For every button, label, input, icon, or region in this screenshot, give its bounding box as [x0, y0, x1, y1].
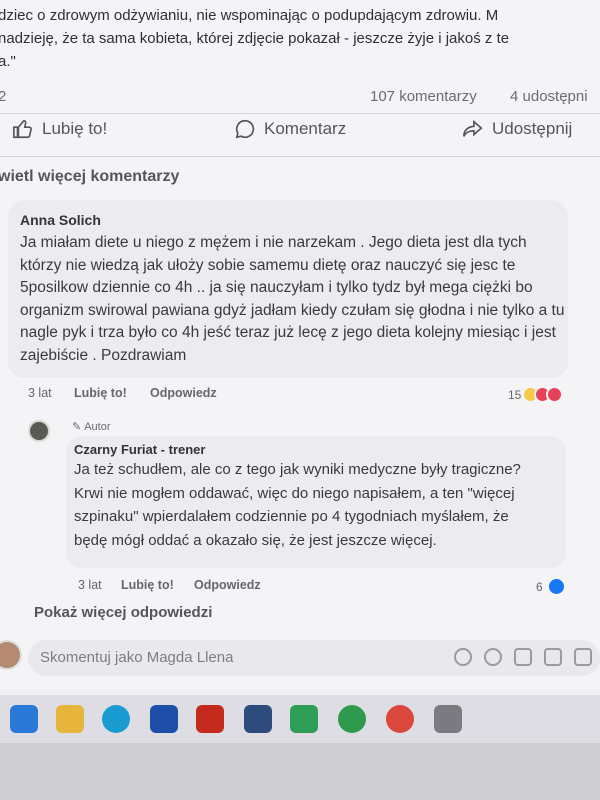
reply-author[interactable]: Czarny Furiat - trener [74, 442, 205, 457]
edge-icon[interactable] [102, 705, 130, 733]
emoji-icon[interactable] [484, 648, 502, 666]
shares-count[interactable]: 4 udostępni [510, 88, 588, 105]
pencil-icon: ✎ [72, 421, 82, 433]
comment-like-link[interactable]: Lubię to! [74, 386, 127, 400]
comment-bubble: Anna Solich Ja miałam diete u niego z mę… [8, 200, 568, 378]
author-badge: ✎ Autor [72, 420, 111, 434]
show-more-replies-link[interactable]: Pokaż więcej odpowiedzi [34, 604, 212, 621]
store-icon[interactable] [150, 705, 178, 733]
comment-reply-link[interactable]: Odpowiedz [150, 386, 217, 400]
speech-bubble-icon [235, 119, 255, 139]
like-reaction-icon [546, 577, 566, 596]
reply-reply-link[interactable]: Odpowiedz [194, 578, 261, 592]
divider [0, 113, 600, 114]
author-badge-label: Autor [84, 420, 111, 433]
post-text-line: a." [0, 53, 16, 70]
mail-icon[interactable] [196, 705, 224, 733]
post-text-line: dziec o zdrowym odżywianiu, nie wspomina… [0, 7, 499, 24]
gif-icon[interactable] [544, 648, 562, 666]
divider [0, 156, 600, 157]
people-icon[interactable] [10, 705, 38, 733]
reply-reactions[interactable]: 6 [536, 577, 566, 596]
chrome-icon[interactable] [386, 705, 414, 733]
like-button[interactable]: Lubię to! [12, 118, 107, 140]
comment-label: Komentarz [264, 119, 347, 138]
comment-author[interactable]: Anna Solich [20, 212, 101, 228]
comment-reactions-count: 15 [508, 387, 522, 402]
like-label: Lubię to! [42, 119, 108, 138]
reply-bubble: Czarny Furiat - trener Ja też schudłem, … [66, 436, 566, 568]
angry-icon [546, 386, 564, 403]
comments-count[interactable]: 107 komentarzy [370, 88, 477, 105]
taskbar [0, 695, 600, 743]
thumbs-up-icon [13, 119, 32, 139]
reactions-count[interactable]: 2 [0, 88, 6, 105]
comment-text: Ja miałam diete u niego z mężem i nie na… [20, 234, 565, 364]
post-stats: 2 107 komentarzy 4 udostępni [0, 88, 600, 110]
whatsapp-icon[interactable] [338, 705, 366, 733]
reply-reactions-count: 6 [536, 579, 543, 594]
reply-text: Ja też schudłem, ale co z tego jak wynik… [74, 461, 521, 549]
post-text: dziec o zdrowym odżywianiu, nie wspomina… [0, 4, 600, 73]
monitor-bezel [0, 743, 600, 800]
avatar[interactable] [28, 420, 50, 442]
reply-meta: 3 lat Lubię to! Odpowiedz [78, 578, 558, 596]
comment-reactions[interactable]: 15 [508, 386, 564, 403]
post-text-line: nadzieję, że ta sama kobieta, której zdj… [0, 30, 510, 47]
composer-icons [454, 648, 592, 666]
comment-input-placeholder: Skomentuj jako Magda Llena [40, 649, 234, 666]
dropbox-icon[interactable] [244, 705, 272, 733]
share-label: Udostępnij [492, 119, 573, 138]
reply-like-link[interactable]: Lubię to! [121, 578, 174, 592]
user-avatar[interactable] [0, 640, 22, 670]
reply-time[interactable]: 3 lat [78, 578, 102, 592]
avatar-sticker-icon[interactable] [454, 648, 472, 666]
view-more-comments-link[interactable]: wietl więcej komentarzy [0, 168, 179, 186]
comment-time[interactable]: 3 lat [28, 386, 52, 400]
camera-icon[interactable] [514, 648, 532, 666]
folder-icon[interactable] [56, 705, 84, 733]
comment-button[interactable]: Komentarz [234, 118, 346, 140]
share-button[interactable]: Udostępnij [462, 118, 572, 140]
drive-icon[interactable] [290, 705, 318, 733]
sticker-icon[interactable] [574, 648, 592, 666]
facebook-post-screen: dziec o zdrowym odżywianiu, nie wspomina… [0, 0, 600, 690]
post-actions: Lubię to! Komentarz Udostępnij [0, 118, 600, 150]
share-arrow-icon [463, 119, 483, 137]
comment-meta: 3 lat Lubię to! Odpowiedz [28, 386, 588, 404]
comment-input[interactable]: Skomentuj jako Magda Llena [28, 640, 600, 676]
notepad-icon[interactable] [434, 705, 462, 733]
